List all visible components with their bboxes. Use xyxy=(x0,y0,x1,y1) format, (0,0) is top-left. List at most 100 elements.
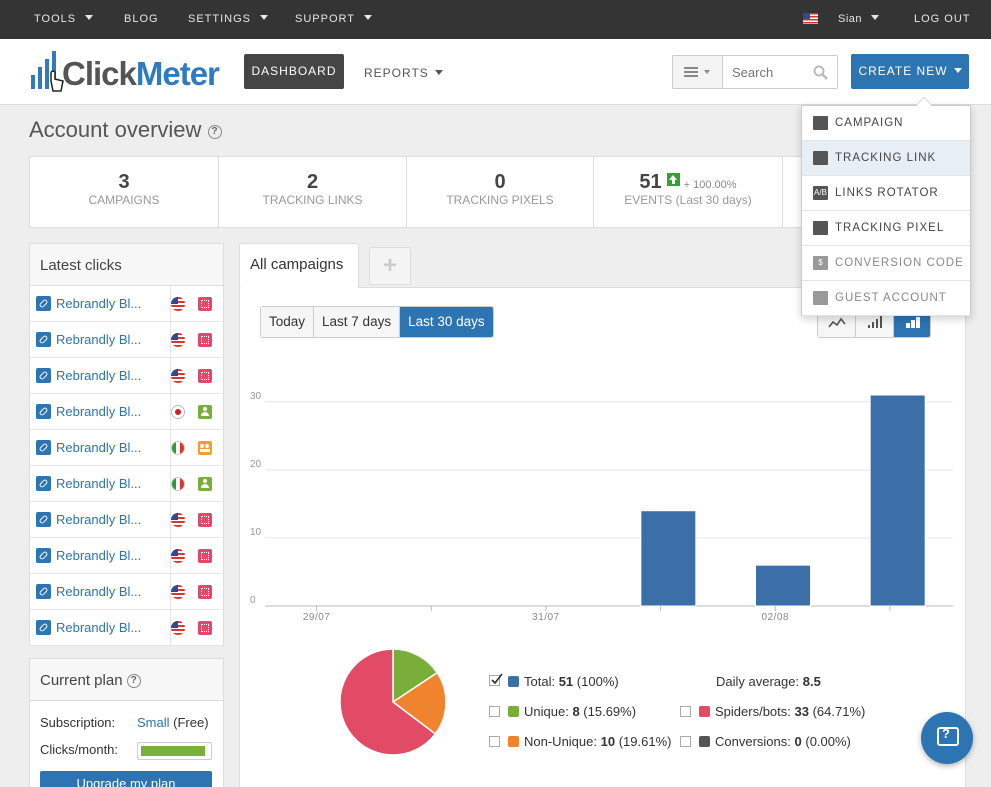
x-tick-label: 29/07 xyxy=(303,612,331,623)
help-chat-button[interactable] xyxy=(921,712,973,764)
clicks-usage-bar xyxy=(137,742,212,760)
click-row[interactable]: Rebrandly Bl... xyxy=(30,394,222,430)
plan-name-link[interactable]: Small xyxy=(137,715,170,730)
menu-item-links-rotator[interactable]: A/B LINKS ROTATOR xyxy=(802,176,970,211)
range-last-30-days[interactable]: Last 30 days xyxy=(400,307,493,337)
range-last-7-days[interactable]: Last 7 days xyxy=(314,307,401,337)
click-row[interactable]: Rebrandly Bl... xyxy=(30,286,222,322)
click-link-name[interactable]: Rebrandly Bl... xyxy=(56,476,141,491)
stat-label: CAMPAIGNS xyxy=(88,193,160,207)
legend-conversions: Conversions: 0 (0.00%) xyxy=(699,734,851,749)
stat-tracking-links[interactable]: 2 TRACKING LINKS xyxy=(219,157,407,227)
support-label: SUPPORT xyxy=(295,13,355,25)
support-menu[interactable]: SUPPORT xyxy=(295,13,372,25)
click-link-name[interactable]: Rebrandly Bl... xyxy=(56,620,141,635)
stat-label-events: EVENTS (Last 30 days) xyxy=(594,193,782,207)
settings-label: SETTINGS xyxy=(188,13,252,25)
stat-change: + 100.00% xyxy=(683,179,737,191)
bot-visitor-icon xyxy=(198,585,212,599)
legend-swatch xyxy=(699,706,710,717)
us-flag-icon xyxy=(803,13,818,24)
click-row[interactable]: Rebrandly Bl... xyxy=(30,430,222,466)
click-row[interactable]: Rebrandly Bl... xyxy=(30,574,222,610)
click-link-name[interactable]: Rebrandly Bl... xyxy=(56,368,141,383)
menu-item-label: CONVERSION CODE xyxy=(835,257,964,269)
help-icon[interactable]: ? xyxy=(126,674,141,688)
caret-down-icon xyxy=(871,15,880,20)
click-row[interactable]: Rebrandly Bl... xyxy=(30,538,222,574)
search-filter-menu[interactable] xyxy=(673,56,723,88)
stat-campaigns[interactable]: 3 CAMPAIGNS xyxy=(30,157,219,227)
group-visitor-icon xyxy=(198,441,212,455)
link-icon xyxy=(36,368,51,383)
stat-events[interactable]: 51 + 100.00% EVENTS (Last 30 days) xyxy=(594,157,783,227)
conversions-checkbox[interactable] xyxy=(680,736,691,747)
user-name: Sian xyxy=(838,13,863,25)
stat-sublabel: (Last 30 days) xyxy=(675,193,752,207)
help-icon[interactable]: ? xyxy=(207,125,222,139)
bar-01/08 xyxy=(640,510,697,607)
ab-icon: A/B xyxy=(813,186,828,200)
page-title: Account overview ? xyxy=(29,117,222,143)
folder-icon xyxy=(813,116,828,130)
bot-visitor-icon xyxy=(198,333,212,347)
bots-checkbox[interactable] xyxy=(680,706,691,717)
user-visitor-icon xyxy=(198,477,212,491)
range-selector: Today Last 7 days Last 30 days xyxy=(260,306,494,338)
stat-tracking-pixels[interactable]: 0 TRACKING PIXELS xyxy=(407,157,594,227)
click-link-name[interactable]: Rebrandly Bl... xyxy=(56,584,141,599)
click-row[interactable]: Rebrandly Bl... xyxy=(30,322,222,358)
click-link-name[interactable]: Rebrandly Bl... xyxy=(56,296,141,311)
search-input[interactable] xyxy=(724,56,814,88)
unique-checkbox[interactable] xyxy=(489,706,500,717)
us-flag-icon xyxy=(171,297,185,311)
click-row[interactable]: Rebrandly Bl... xyxy=(30,502,222,538)
jp-flag-icon xyxy=(171,405,185,419)
bot-visitor-icon xyxy=(198,369,212,383)
menu-item-guest-account[interactable]: GUEST ACCOUNT xyxy=(802,281,970,316)
click-row[interactable]: Rebrandly Bl... xyxy=(30,358,222,394)
legend-daily-average: Daily average: 8.5 xyxy=(716,674,821,689)
settings-menu[interactable]: SETTINGS xyxy=(188,13,269,25)
it-flag-icon xyxy=(171,477,185,491)
bot-visitor-icon xyxy=(198,513,212,527)
menu-item-tracking-link[interactable]: TRACKING LINK xyxy=(802,141,970,176)
add-tab-button[interactable]: + xyxy=(369,247,411,285)
tab-all-campaigns[interactable]: All campaigns xyxy=(239,243,359,289)
nonunique-checkbox[interactable] xyxy=(489,736,500,747)
clickmeter-logo[interactable]: ClickMeter xyxy=(29,49,220,97)
range-today[interactable]: Today xyxy=(261,307,315,337)
search-icon[interactable] xyxy=(813,65,829,81)
legend-unique: Unique: 8 (15.69%) xyxy=(508,704,636,719)
logout-link[interactable]: LOG OUT xyxy=(914,13,971,25)
x-tick-label: 02/08 xyxy=(762,612,790,623)
click-link-name[interactable]: Rebrandly Bl... xyxy=(56,548,141,563)
menu-item-conversion-code[interactable]: $ CONVERSION CODE xyxy=(802,246,970,281)
us-flag-icon xyxy=(171,621,185,635)
click-link-name[interactable]: Rebrandly Bl... xyxy=(56,512,141,527)
dashboard-button[interactable]: DASHBOARD xyxy=(244,54,344,89)
click-link-name[interactable]: Rebrandly Bl... xyxy=(56,404,141,419)
link-icon xyxy=(36,404,51,419)
user-menu[interactable]: Sian xyxy=(838,13,880,25)
click-row[interactable]: Rebrandly Bl... xyxy=(30,610,222,646)
menu-item-tracking-pixel[interactable]: TRACKING PIXEL xyxy=(802,211,970,246)
menu-item-campaign[interactable]: CAMPAIGN xyxy=(802,106,970,141)
reports-menu[interactable]: REPORTS xyxy=(364,66,443,80)
click-row[interactable]: Rebrandly Bl... xyxy=(30,466,222,502)
click-link-name[interactable]: Rebrandly Bl... xyxy=(56,332,141,347)
legend-swatch xyxy=(508,676,519,687)
upgrade-plan-button[interactable]: Upgrade my plan xyxy=(40,771,212,787)
legend-swatch xyxy=(699,736,710,747)
legend-nonunique: Non-Unique: 10 (19.61%) xyxy=(508,734,671,749)
menu-item-label: CAMPAIGN xyxy=(835,117,904,129)
create-new-button[interactable]: CREATE NEW xyxy=(851,54,969,89)
panel-title: Latest clicks xyxy=(40,257,122,274)
blog-link[interactable]: BLOG xyxy=(124,13,159,25)
click-link-name[interactable]: Rebrandly Bl... xyxy=(56,440,141,455)
top-bar: TOOLS BLOG SETTINGS SUPPORT Sian LOG OUT xyxy=(0,0,991,39)
stat-label: EVENTS xyxy=(624,193,673,207)
tab-join xyxy=(240,286,358,289)
tools-menu[interactable]: TOOLS xyxy=(34,13,94,25)
y-tick-label: 0 xyxy=(250,595,256,606)
